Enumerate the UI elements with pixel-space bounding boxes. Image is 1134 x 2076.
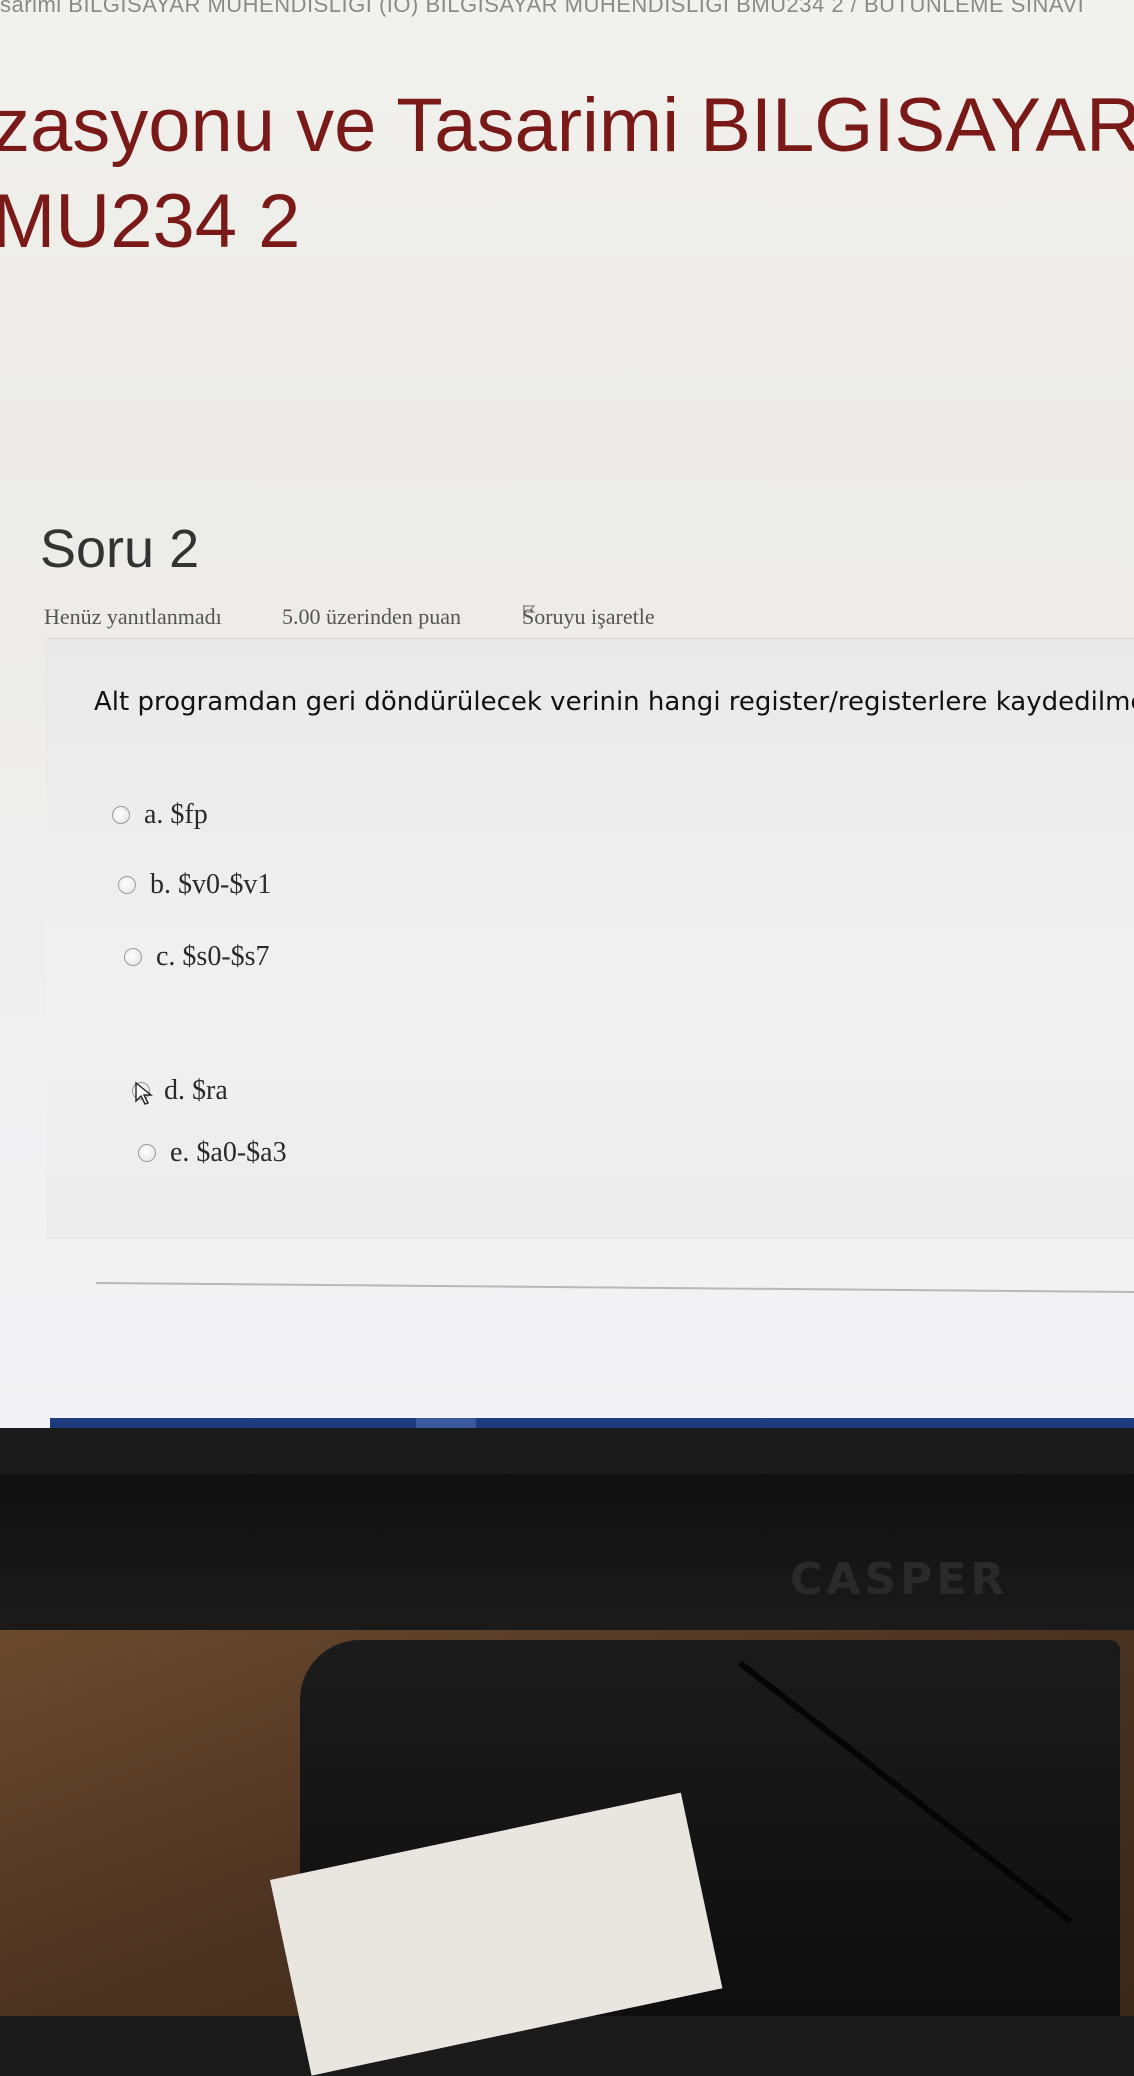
radio-button-b[interactable] [118,876,136,894]
course-title-line2: MU234 2 [0,179,301,264]
edge-icon[interactable] [128,1418,188,1428]
store-icon[interactable] [272,1418,332,1428]
breadcrumb-link[interactable]: sarimi BILGISAYAR MUHENDISLIGI (IÖ) BILG… [0,0,1084,17]
mouse-cursor-icon [135,1081,153,1105]
answer-option-label: d. $ra [164,1075,228,1106]
browser-viewport: sarimi BILGISAYAR MUHENDISLIGI (IÖ) BILG… [0,0,1134,1428]
answer-option-label: a. $fp [144,799,208,830]
question-text: Alt programdan geri döndürülecek verinin… [94,687,1134,717]
flag-question-label: Soruyu işaretle [522,604,655,629]
course-title-line1: zasyonu ve Tasarimi BILGISAYAR [0,83,1134,168]
answer-option-e[interactable]: e. $a0-$a3 [138,1137,287,1169]
taskbar [50,1418,1134,1428]
breadcrumb[interactable]: sarimi BILGISAYAR MUHENDISLIGI (IÖ) BILG… [0,0,1134,18]
answer-option-label: c. $s0-$s7 [156,941,270,972]
monitor-brand-logo: CASPER [790,1554,1009,1605]
question-title: Soru 2 [40,519,200,579]
monitor-bezel: CASPER [0,1474,1134,1654]
calculator-icon[interactable] [490,1418,550,1428]
course-title: zasyonu ve Tasarimi BILGISAYAR MU234 2 [0,78,1134,270]
question-status: Henüz yanıtlanmadı [44,604,222,629]
answer-option-label: b. $v0-$v1 [150,869,272,900]
answer-option-b[interactable]: b. $v0-$v1 [118,869,271,901]
answer-option-label: e. $a0-$a3 [170,1137,287,1168]
answer-option-a[interactable]: a. $fp [112,799,208,831]
question-points: 5.00 üzerinden puan [282,604,461,629]
question-box: Alt programdan geri döndürülecek verinin… [46,638,1134,1239]
divider [95,1282,1134,1294]
radio-button-e[interactable] [138,1144,156,1162]
radio-button-a[interactable] [112,806,130,824]
radio-button-c[interactable] [124,948,142,966]
answer-option-c[interactable]: c. $s0-$s7 [124,941,270,973]
chrome-icon[interactable] [416,1418,476,1428]
mail-icon[interactable] [344,1418,404,1428]
task-view-icon[interactable] [56,1418,116,1428]
file-explorer-icon[interactable] [200,1418,260,1428]
